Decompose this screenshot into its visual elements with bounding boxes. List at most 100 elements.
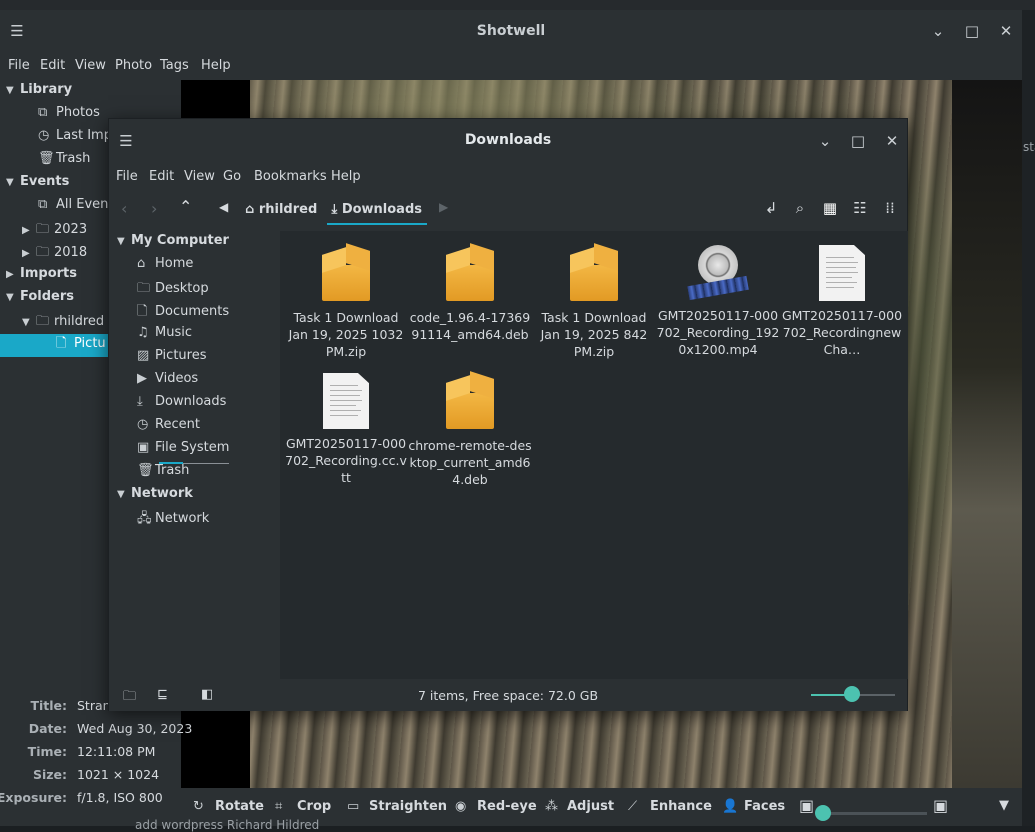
icon-view-icon[interactable]: ▦ [820,199,840,217]
zoom-slider-handle[interactable] [815,805,831,821]
straighten-button[interactable]: ▭ Straighten [347,799,447,814]
menu-bookmarks[interactable]: Bookmarks [254,169,327,184]
chevron-right-icon[interactable]: ▶ [6,269,20,280]
menu-view[interactable]: View [184,169,215,184]
archive-icon [444,371,496,431]
time-value: 12:11:08 PM [77,744,156,759]
sidebar-item-trash[interactable]: 🗑Trash [38,151,90,174]
file-item[interactable]: Task 1 Download Jan 19, 2025 842 PM.zip [531,243,657,360]
chevron-down-icon[interactable]: ▼ [6,177,20,188]
chevron-down-icon[interactable]: ▼ [6,85,20,96]
forward-icon[interactable]: › [151,199,157,218]
chevron-down-icon[interactable]: ▼ [117,236,131,247]
file-item[interactable]: GMT20250117-000702_Recording.cc.vtt [283,373,409,486]
file-item[interactable]: GMT20250117-000702_RecordingnewCha… [779,245,905,358]
minimize-icon[interactable]: ⌄ [929,22,947,40]
up-icon[interactable]: ⌃ [179,197,192,216]
file-item[interactable]: chrome-remote-desktop_current_amd64.deb [407,371,533,488]
enhance-button[interactable]: ⟋ Enhance [628,799,712,814]
sidebar-item-desktop[interactable]: 🗀 Desktop [137,279,209,302]
archive-icon [568,243,620,303]
maximize-icon[interactable]: □ [963,22,981,40]
chevron-right-icon[interactable]: ▶ [22,248,36,259]
rotate-button[interactable]: ↻ Rotate [193,799,264,814]
chevron-down-icon[interactable]: ▼ [22,317,36,328]
maximize-icon[interactable]: □ [849,132,867,150]
menu-edit[interactable]: Edit [149,169,174,184]
trash-icon: 🗑 [38,151,55,166]
section-my-computer[interactable]: ▼ My Computer [117,233,229,256]
chevron-right-icon[interactable]: ▶ [22,225,36,236]
exposure-value: f/1.8, ISO 800 [77,790,163,805]
menu-view[interactable]: View [75,58,106,73]
eye-icon: ◉ [455,799,467,814]
sidebar-events[interactable]: ▼ Events [6,174,69,197]
menu-file[interactable]: File [116,169,138,184]
close-icon[interactable]: ✕ [997,22,1015,40]
window-title: Downloads [464,132,552,148]
sidebar-item-home[interactable]: ⌂ Home [137,256,193,279]
list-view-icon[interactable]: ☷ [850,199,870,217]
sidebar-folders[interactable]: ▼ Folders [6,289,74,312]
file-item[interactable]: code_1.96.4-1736991114_amd64.deb [407,243,533,343]
zoom-slider-track[interactable] [823,812,927,815]
breadcrumb-downloads[interactable]: ⤓ Downloads [327,197,427,225]
menu-go[interactable]: Go [223,169,241,184]
sidebar-item-last-import[interactable]: ◷ Last Imp [38,128,112,151]
sidebar-item-all-events[interactable]: ⧉ All Event [38,197,114,220]
crop-button[interactable]: ⌗ Crop [275,799,331,814]
file-manager-titlebar: ☰ Downloads ⌄ □ ✕ [109,119,907,161]
sidebar-item-file-system[interactable]: ▣ File System [137,440,229,464]
sidebar-item-downloads[interactable]: ⤓ Downloads [137,394,226,417]
download-icon: ⤓ [137,394,143,409]
sidebar-item-videos[interactable]: ▶ Videos [137,371,198,394]
menu-tags[interactable]: Tags [160,58,189,73]
sidebar-item-documents[interactable]: 🗋 Documents [137,302,229,325]
menu-edit[interactable]: Edit [40,58,65,73]
sidebar-item-network[interactable]: 🖧 Network [137,509,209,532]
sidebar-item-recent[interactable]: ◷ Recent [137,417,200,440]
zoom-out-icon[interactable]: ▣ [799,796,814,815]
toggle-location-icon[interactable]: ↲ [761,199,781,217]
file-item[interactable]: Task 1 Download Jan 19, 2025 1032 PM.zip [283,243,409,360]
zoom-in-icon[interactable]: ▣ [933,796,948,815]
search-icon[interactable]: ⌕ [790,199,810,217]
menu-help[interactable]: Help [331,169,361,184]
events-icon: ⧉ [38,197,48,212]
background-window-edge [1022,10,1035,826]
zoom-slider-handle[interactable] [844,686,860,702]
sidebar-imports[interactable]: ▶ Imports [6,266,77,289]
close-icon[interactable]: ✕ [883,132,901,150]
breadcrumb-left-icon[interactable]: ◀ [219,200,228,214]
sidebar-item-music[interactable]: ♫ Music [137,325,192,348]
clock-icon: ◷ [137,417,149,432]
redeye-button[interactable]: ◉ Red-eye [455,799,537,814]
sidebar-item-trash[interactable]: 🗑Trash [137,463,189,486]
sidebar-library[interactable]: ▼ Library [6,82,72,105]
sidebar-item-pictures[interactable]: ▨ Pictures [137,348,206,371]
breadcrumb-home[interactable]: ⌂ rhildred [245,197,317,225]
menu-help[interactable]: Help [201,58,231,73]
back-icon[interactable]: ‹ [121,199,127,218]
compact-view-icon[interactable]: ⁞⁞ [880,199,900,217]
menu-file[interactable]: File [8,58,30,73]
picture-icon: ▨ [137,348,150,363]
sidebar-item-photos[interactable]: ⧉ Photos [38,105,100,128]
menu-photo[interactable]: Photo [115,58,152,73]
sidebar-item-2023[interactable]: ▶ 🗀 2023 [22,220,87,243]
section-network[interactable]: ▼ Network [117,486,193,509]
sidebar-item-2018[interactable]: ▶ 🗀 2018 [22,243,87,266]
file-manager-window: ☰ Downloads ⌄ □ ✕ File Edit View Go Book… [108,118,908,711]
chevron-down-icon[interactable]: ▼ [117,489,131,500]
faces-button[interactable]: 👤 Faces [722,799,785,814]
minimize-icon[interactable]: ⌄ [816,132,834,150]
chevron-down-icon[interactable]: ▼ [6,292,20,303]
file-item[interactable]: GMT20250117-000702_Recording_1920x1200.m… [655,245,781,358]
chevron-down-icon[interactable]: ▼ [999,798,1009,813]
home-icon: ⌂ [137,256,146,271]
sidebar-item-folder-user[interactable]: ▼ 🗀 rhildred [22,312,104,335]
breadcrumb-right-icon[interactable]: ▶ [439,200,448,214]
folder-icon: 🗀 [36,245,50,260]
adjust-button[interactable]: ⁂ Adjust [545,799,614,814]
title-value: Stran [77,698,111,713]
